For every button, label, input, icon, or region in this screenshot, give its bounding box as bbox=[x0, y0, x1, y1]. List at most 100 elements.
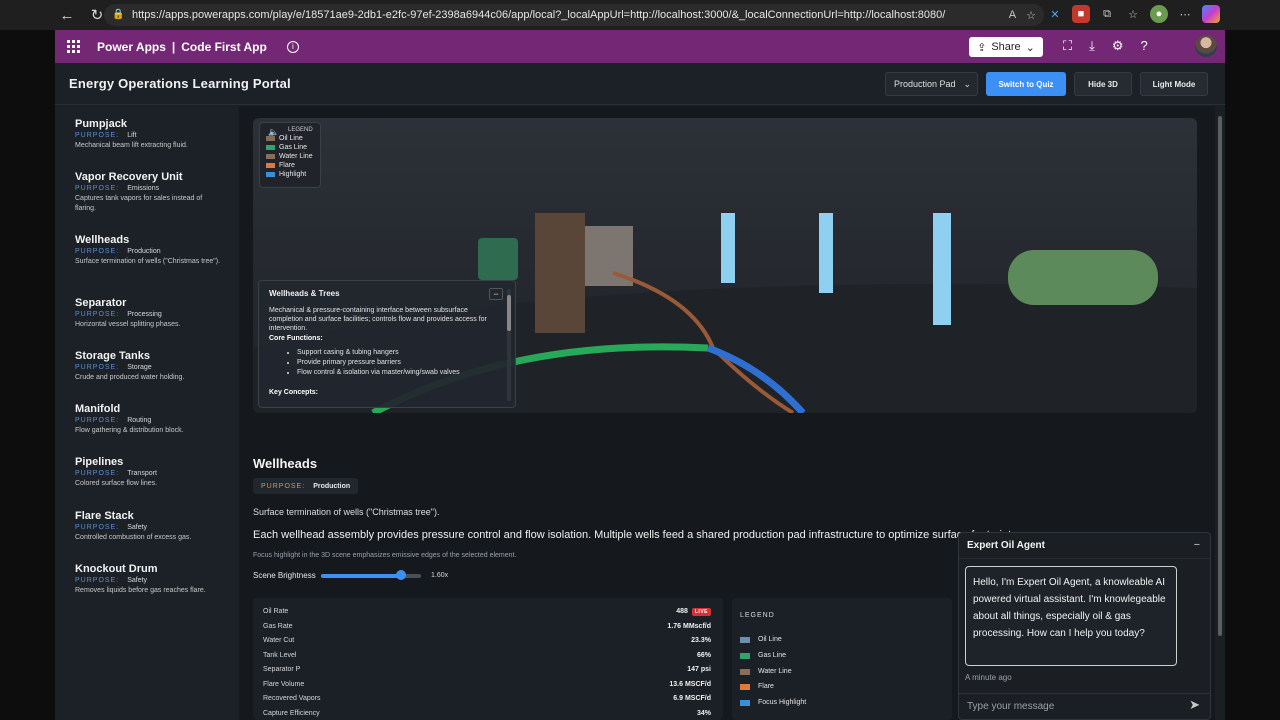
page-scroll-thumb[interactable] bbox=[1218, 116, 1222, 636]
app-name: Code First App bbox=[181, 39, 267, 54]
switch-to-quiz-button[interactable]: Switch to Quiz bbox=[986, 72, 1066, 96]
purpose-value: Production bbox=[313, 482, 351, 490]
sidebar-item-purpose: PURPOSE: Safety bbox=[75, 524, 225, 531]
page-scrollbar[interactable] bbox=[1216, 106, 1224, 720]
chat-input[interactable]: Type your message bbox=[959, 693, 1210, 719]
back-icon[interactable]: ← bbox=[54, 2, 80, 28]
gas-line-swatch bbox=[266, 145, 275, 150]
brightness-value: 1.60x bbox=[431, 572, 449, 579]
3d-scene-viewport[interactable]: 🔈 LEGEND Oil Line Gas Line Water Line Fl… bbox=[253, 118, 1197, 413]
extension-red-icon[interactable]: ■ bbox=[1072, 5, 1090, 23]
gas-line-swatch bbox=[740, 652, 750, 659]
legend-panel-row: Gas Line bbox=[740, 652, 786, 659]
app-frame: Power Apps | Code First App i ⇪ Share ⌄ … bbox=[55, 30, 1225, 720]
legend-label: Flare bbox=[758, 683, 774, 690]
info-panel-scroll-thumb[interactable] bbox=[507, 295, 511, 331]
chat-timestamp: A minute ago bbox=[965, 673, 1012, 682]
sidebar-item-pipelines[interactable]: Pipelines PURPOSE: Transport Colored surf… bbox=[75, 456, 225, 489]
light-mode-button[interactable]: Light Mode bbox=[1140, 72, 1208, 96]
focus-highlight-swatch bbox=[740, 699, 750, 706]
help-icon[interactable]: ? bbox=[1141, 38, 1148, 54]
purpose-value: Emissions bbox=[127, 185, 160, 192]
purpose-value: Processing bbox=[127, 311, 162, 318]
metric-label: Flare Volume bbox=[263, 681, 305, 688]
knockout-drum-model bbox=[1008, 250, 1158, 305]
minimize-icon[interactable]: − bbox=[1194, 539, 1200, 551]
sidebar-item-knockout-drum[interactable]: Knockout Drum PURPOSE: Safety Removes liq… bbox=[75, 563, 225, 596]
brightness-slider[interactable] bbox=[321, 574, 421, 578]
key-concepts-label: Key Concepts: bbox=[269, 389, 319, 396]
hide-3d-button[interactable]: Hide 3D bbox=[1074, 72, 1132, 96]
sidebar-item-wellheads[interactable]: Wellheads PURPOSE: Production Surface ter… bbox=[75, 234, 225, 267]
list-item: Support casing & tubing hangers bbox=[297, 348, 505, 358]
powerapps-header: Power Apps | Code First App i ⇪ Share ⌄ … bbox=[55, 30, 1225, 63]
metric-number: 488 bbox=[676, 608, 688, 615]
copilot-icon[interactable] bbox=[1202, 5, 1220, 23]
settings-gear-icon[interactable]: ⚙ bbox=[1112, 38, 1124, 54]
favorites-icon[interactable]: ☆ bbox=[1124, 5, 1142, 23]
info-icon[interactable]: i bbox=[286, 40, 299, 53]
url-text: https://apps.powerapps.com/play/e/18571a… bbox=[132, 9, 946, 21]
speaker-icon[interactable]: 🔈 bbox=[268, 127, 279, 138]
favorite-star-icon[interactable]: ☆ bbox=[1026, 9, 1036, 22]
browser-toolbar: ← ↻ 🔒 https://apps.powerapps.com/play/e/… bbox=[0, 0, 1280, 30]
user-avatar[interactable] bbox=[1195, 35, 1217, 57]
sidebar-item-desc: Flow gathering & distribution block. bbox=[75, 427, 184, 434]
read-aloud-icon[interactable]: A bbox=[1009, 9, 1016, 22]
legend-row-gas: Gas Line bbox=[266, 144, 314, 151]
sidebar-item-flare-stack[interactable]: Flare Stack PURPOSE: Safety Controlled co… bbox=[75, 510, 225, 543]
purpose-label: PURPOSE: bbox=[75, 185, 120, 192]
equipment-info-panel: Wellheads & Trees − Mechanical & pressur… bbox=[258, 280, 516, 408]
send-icon[interactable]: ➤ bbox=[1189, 697, 1200, 713]
profile-icon[interactable]: ● bbox=[1150, 5, 1168, 23]
sidebar-item-manifold[interactable]: Manifold PURPOSE: Routing Flow gathering … bbox=[75, 403, 225, 436]
sidebar-item-desc: Colored surface flow lines. bbox=[75, 480, 158, 487]
address-bar[interactable]: 🔒 https://apps.powerapps.com/play/e/1857… bbox=[104, 4, 1044, 26]
sidebar-item-purpose: PURPOSE: Emissions bbox=[75, 185, 225, 192]
sidebar-item-purpose: PURPOSE: Transport bbox=[75, 470, 225, 477]
download-icon[interactable]: ⤓ bbox=[1089, 38, 1095, 54]
purpose-label: PURPOSE: bbox=[75, 311, 120, 318]
detail-title: Wellheads bbox=[253, 456, 318, 471]
purpose-value: Storage bbox=[127, 364, 152, 371]
sidebar-item-pumpjack[interactable]: Pumpjack PURPOSE: Lift Mechanical beam li… bbox=[75, 118, 225, 151]
extension-x-icon[interactable]: ✕ bbox=[1046, 5, 1064, 23]
metric-label: Separator P bbox=[263, 666, 301, 673]
metric-label: Recovered Vapors bbox=[263, 695, 321, 702]
legend-panel: LEGEND Oil Line Gas Line Water Line Flar… bbox=[732, 598, 952, 720]
metric-value: 66% bbox=[696, 652, 711, 659]
legend-row-water: Water Line bbox=[266, 153, 314, 160]
legend-label: Flare bbox=[279, 162, 295, 169]
title-separator: | bbox=[171, 39, 176, 54]
sidebar-item-name: Wellheads bbox=[75, 234, 130, 246]
legend-label: Highlight bbox=[279, 171, 307, 178]
lock-icon: 🔒 bbox=[112, 9, 125, 20]
legend-row-highlight: Highlight bbox=[266, 171, 314, 178]
metric-value: 13.6 MSCF/d bbox=[669, 681, 711, 688]
metric-value: 6.9 MSCF/d bbox=[673, 695, 711, 702]
more-menu-icon[interactable]: ⋯ bbox=[1176, 5, 1194, 23]
pad-select[interactable]: Production Pad ⌄ bbox=[885, 72, 978, 96]
metric-value: 1.76 MMscf/d bbox=[667, 623, 711, 630]
live-badge: LIVE bbox=[691, 608, 711, 616]
app-launcher-icon[interactable] bbox=[67, 39, 81, 54]
metric-row-tank-level: Tank Level 66% bbox=[263, 652, 711, 659]
extensions-puzzle-icon[interactable]: ⧉ bbox=[1098, 5, 1116, 23]
sidebar-item-desc: Surface termination of wells ("Christmas… bbox=[75, 258, 221, 265]
portal-title: Energy Operations Learning Portal bbox=[69, 76, 291, 91]
metric-row-capture-efficiency: Capture Efficiency 34% bbox=[263, 710, 711, 717]
purpose-value: Transport bbox=[127, 470, 157, 477]
metric-label: Gas Rate bbox=[263, 623, 293, 630]
minimize-button[interactable]: − bbox=[489, 288, 503, 300]
share-button[interactable]: ⇪ Share ⌄ bbox=[969, 37, 1043, 57]
highlight-swatch bbox=[266, 172, 275, 177]
fit-screen-icon[interactable]: ⛶ bbox=[1063, 38, 1072, 54]
legend-panel-title: LEGEND bbox=[740, 612, 775, 619]
core-functions-label: Core Functions: bbox=[269, 335, 323, 342]
brightness-slider-thumb[interactable] bbox=[396, 570, 406, 580]
sidebar-item-storage-tanks[interactable]: Storage Tanks PURPOSE: Storage Crude and … bbox=[75, 350, 225, 383]
sidebar-item-vapor-recovery-unit[interactable]: Vapor Recovery Unit PURPOSE: Emissions Ca… bbox=[75, 171, 225, 214]
share-icon: ⇪ bbox=[977, 41, 987, 54]
sidebar-item-separator[interactable]: Separator PURPOSE: Processing Horizontal … bbox=[75, 297, 225, 330]
address-bar-actions: A ☆ bbox=[1009, 9, 1036, 22]
